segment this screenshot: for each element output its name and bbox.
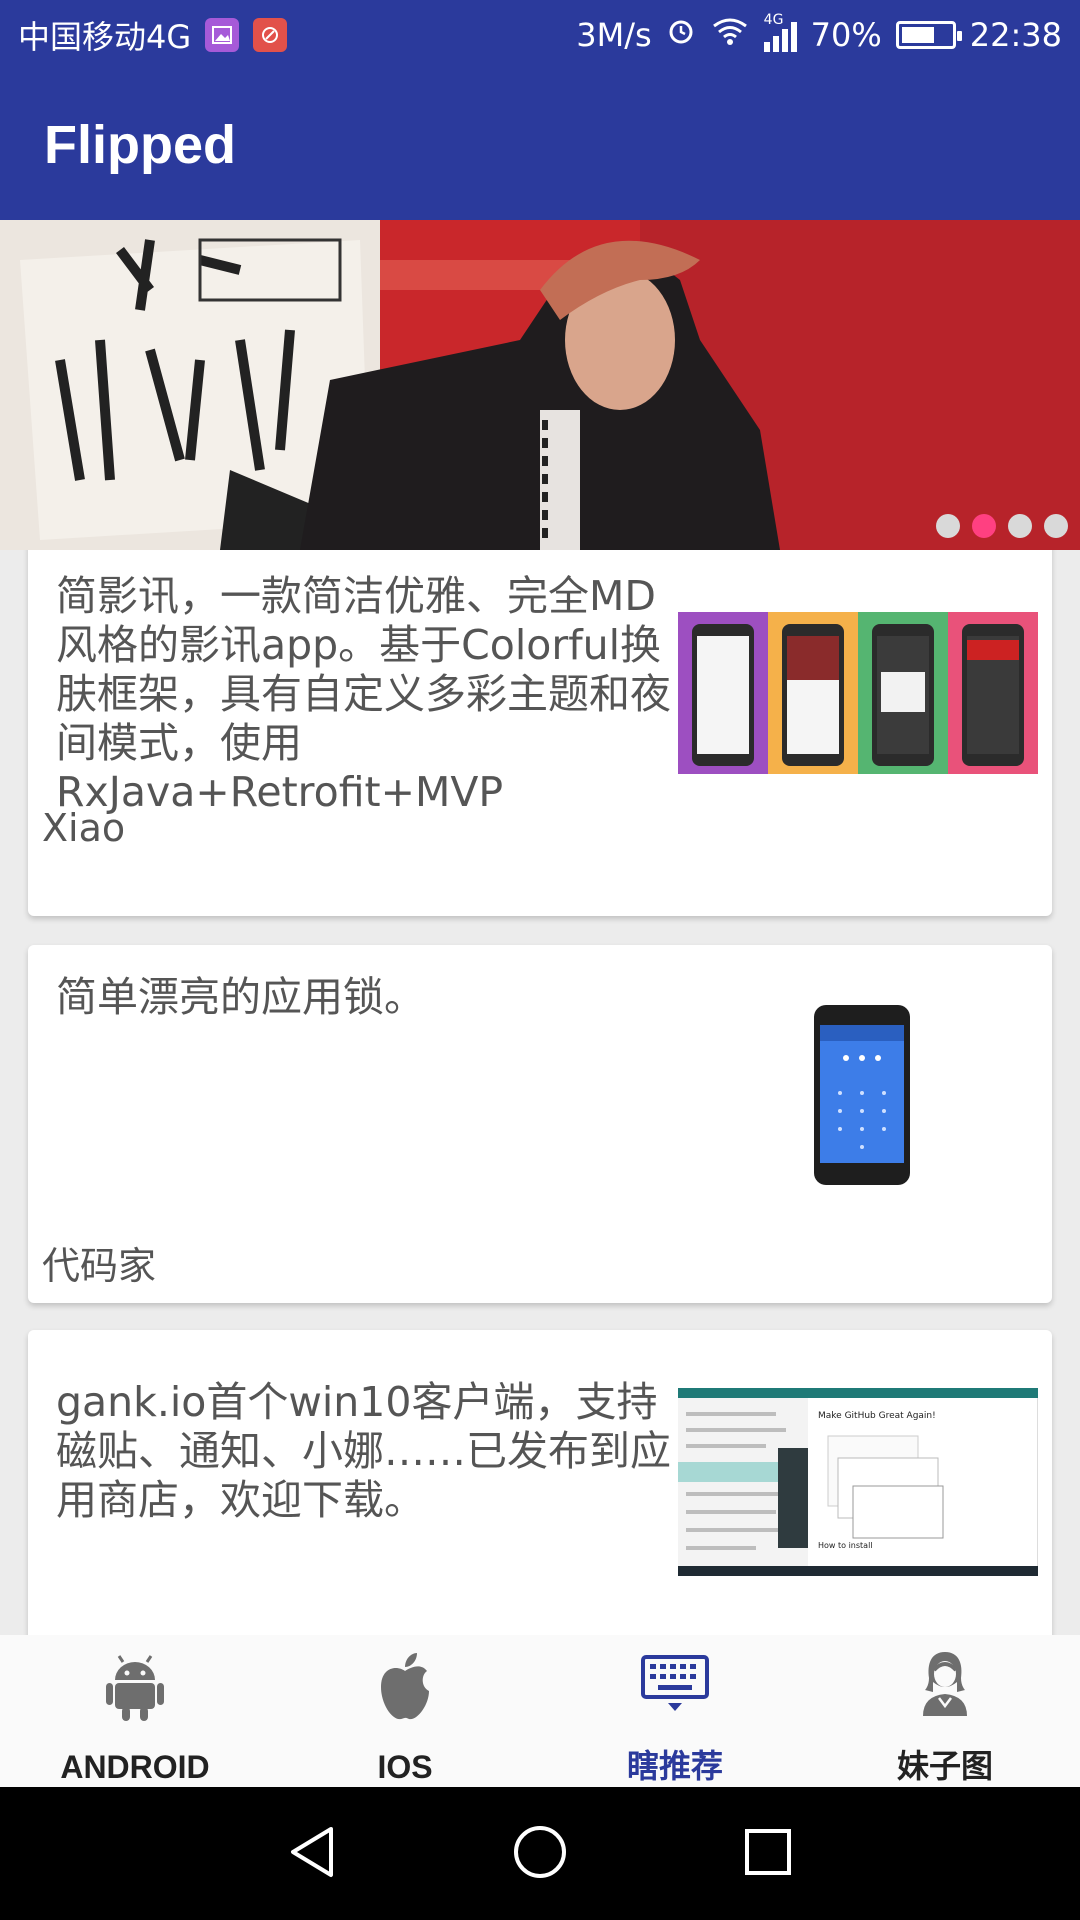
nav-tab-ios[interactable]: IOS bbox=[270, 1635, 540, 1787]
app-notification-icon bbox=[253, 18, 288, 52]
nav-tab-girls[interactable]: 妹子图 bbox=[810, 1635, 1080, 1787]
clock: 22:38 bbox=[969, 16, 1062, 54]
battery-percent: 70% bbox=[810, 16, 882, 54]
thumbnail-footer: How to install bbox=[818, 1541, 873, 1550]
keyboard-icon bbox=[635, 1647, 715, 1719]
card-description: 简影讯，一款简洁优雅、完全MD风格的影讯app。基于Colorful换肤框架，具… bbox=[56, 572, 671, 816]
android-icon bbox=[95, 1647, 175, 1727]
feed-card[interactable]: 简影讯，一款简洁优雅、完全MD风格的影讯app。基于Colorful换肤框架，具… bbox=[28, 550, 1052, 916]
card-description: 简单漂亮的应用锁。 bbox=[56, 973, 425, 1021]
card-description: gank.io首个win10客户端，支持磁贴、通知、小娜……已发布到应用商店，欢… bbox=[56, 1378, 671, 1524]
card-thumbnail[interactable]: Make GitHub Great Again! How to install bbox=[677, 1387, 1039, 1580]
nav-label: IOS bbox=[377, 1749, 433, 1785]
nav-tab-android[interactable]: ANDROID bbox=[0, 1635, 270, 1787]
banner-page-indicator bbox=[936, 514, 1068, 538]
apple-icon bbox=[365, 1647, 445, 1727]
app-title: Flipped bbox=[44, 115, 236, 175]
feed-card[interactable]: 简单漂亮的应用锁。 代码家 bbox=[28, 945, 1052, 1303]
app-bar: Flipped bbox=[0, 70, 1080, 220]
recommendation-feed[interactable]: 简影讯，一款简洁优雅、完全MD风格的影讯app。基于Colorful换肤框架，具… bbox=[0, 550, 1080, 1635]
carrier-label: 中国移动4G bbox=[18, 18, 192, 56]
card-author: Xiao bbox=[42, 806, 126, 850]
nav-label: ANDROID bbox=[60, 1749, 210, 1785]
card-thumbnail[interactable] bbox=[812, 1003, 912, 1191]
nav-label: 瞎推荐 bbox=[626, 1748, 723, 1784]
card-thumbnail[interactable] bbox=[678, 612, 1038, 778]
alarm-icon bbox=[666, 16, 696, 54]
page-indicator-dot bbox=[1044, 514, 1068, 538]
network-type: 4G bbox=[763, 12, 784, 28]
gallery-notification-icon bbox=[205, 18, 240, 52]
system-navigation-bar bbox=[0, 1787, 1080, 1920]
page-indicator-dot bbox=[1008, 514, 1032, 538]
banner-image bbox=[0, 220, 1080, 550]
recents-icon[interactable] bbox=[743, 1827, 793, 1881]
bottom-navigation: ANDROID IOS 瞎推荐 妹子图 bbox=[0, 1635, 1080, 1787]
nav-label: 妹子图 bbox=[896, 1748, 993, 1784]
battery-fill bbox=[901, 27, 934, 43]
page-indicator-dot bbox=[972, 514, 996, 538]
status-bar: 中国移动4G 3M/s 4G 70% 22:38 bbox=[0, 0, 1080, 70]
banner-carousel[interactable] bbox=[0, 220, 1080, 550]
card-author: 代码家 bbox=[42, 1244, 157, 1288]
feed-card[interactable]: gank.io首个win10客户端，支持磁贴、通知、小娜……已发布到应用商店，欢… bbox=[28, 1330, 1052, 1635]
nav-tab-recommend[interactable]: 瞎推荐 bbox=[540, 1635, 810, 1787]
thumbnail-heading: Make GitHub Great Again! bbox=[818, 1411, 936, 1421]
home-icon[interactable] bbox=[512, 1824, 568, 1884]
girl-icon bbox=[905, 1647, 985, 1719]
network-speed: 3M/s bbox=[576, 16, 652, 54]
wifi-icon bbox=[710, 16, 750, 54]
back-icon[interactable] bbox=[287, 1825, 337, 1883]
signal-icon: 4G bbox=[763, 12, 797, 52]
battery-icon bbox=[895, 21, 962, 49]
page-indicator-dot bbox=[936, 514, 960, 538]
